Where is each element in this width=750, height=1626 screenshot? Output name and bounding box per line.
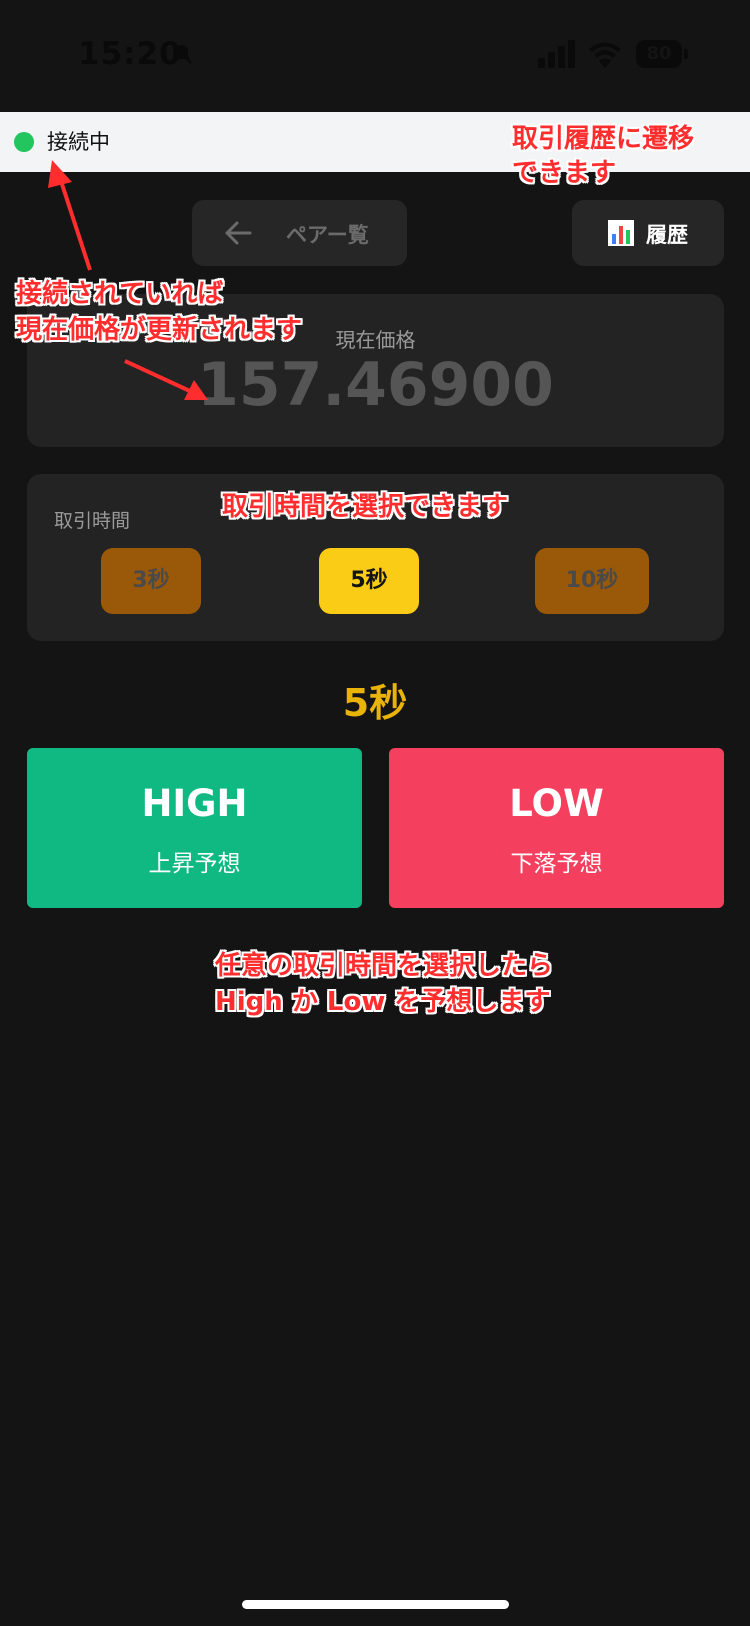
low-button-sublabel: 下落予想 [510,851,603,877]
high-button[interactable]: HIGH 上昇予想 [27,748,362,908]
arrow-left-icon [225,221,252,245]
trade-time-option-10s[interactable]: 10秒 [535,548,649,614]
bar-chart-icon [608,220,634,246]
connection-status-dot-icon [14,132,34,152]
history-button-label: 履歴 [646,223,688,247]
selected-trade-time: 5秒 [342,681,408,725]
wifi-icon [589,42,621,68]
status-bar: 15:20 80 [0,0,750,112]
home-indicator[interactable] [242,1600,509,1609]
battery-tip [684,49,688,59]
low-button[interactable]: LOW 下落予想 [389,748,724,908]
pair-list-back-button[interactable]: ペアー覧 [192,200,407,266]
history-button[interactable]: 履歴 [572,200,724,266]
battery-icon: 80 [636,40,682,68]
connection-status-label: 接続中 [47,130,110,154]
low-button-label: LOW [509,782,604,825]
annotation-connection: 接続されていれば 現在価格が更新されます [16,279,303,345]
trade-time-option-5s[interactable]: 5秒 [319,548,419,614]
status-time: 15:20 [78,36,182,72]
back-button-label: ペアー覧 [286,223,369,247]
current-price-value: 157.46900 [197,350,554,420]
annotation-predict: 任意の取引時間を選択したら High か Low を予想します [215,951,554,1017]
bell-muted-icon [172,44,192,64]
high-button-label: HIGH [141,782,248,825]
annotation-trade-time: 取引時間を選択できます [222,492,509,522]
high-button-sublabel: 上昇予想 [148,851,241,877]
annotation-history: 取引履歴に遷移 できます [512,124,695,188]
trade-time-title: 取引時間 [54,510,131,532]
signal-icon [538,40,575,68]
trade-time-option-3s[interactable]: 3秒 [101,548,201,614]
